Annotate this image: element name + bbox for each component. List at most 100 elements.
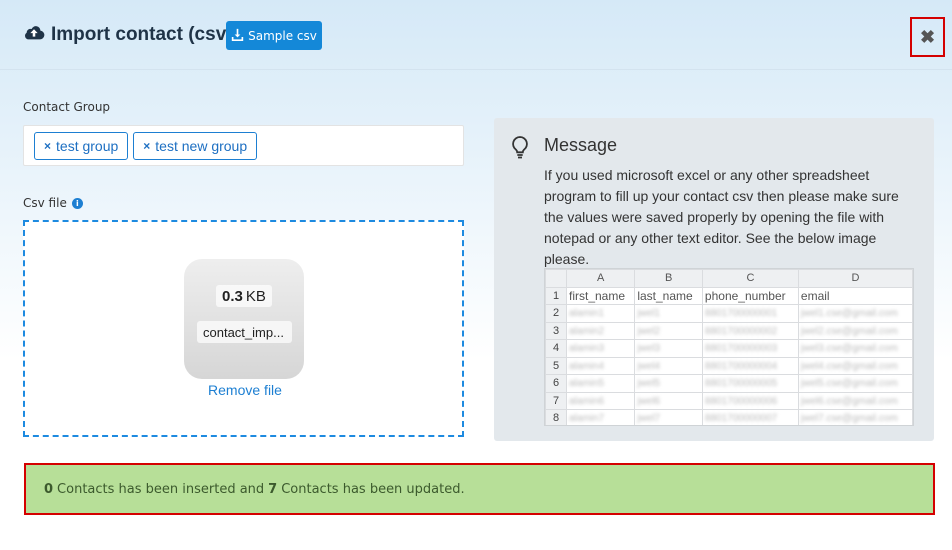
blurred-cell-text: jwel1.cse@gmail.com bbox=[800, 308, 898, 320]
updated-count: 7 bbox=[268, 481, 278, 497]
sheet-cell: jwel5.cse@gmail.com bbox=[797, 374, 913, 393]
sheet-row: 2 alamin1 jwel1 8801700000001 jwel1.cse@gmai… bbox=[545, 304, 913, 323]
blurred-cell-text: alamin2 bbox=[569, 325, 605, 337]
blurred-cell-text: 8801700000003 bbox=[704, 343, 778, 355]
message-title: Message bbox=[544, 135, 618, 155]
sheet-cell: last_name bbox=[634, 286, 703, 305]
blurred-cell-text: jwel1 bbox=[637, 308, 661, 320]
blurred-cell-text: jwel4.cse@gmail.com bbox=[800, 360, 898, 372]
sheet-cell: email bbox=[797, 286, 913, 305]
blurred-cell-text: jwel7.cse@gmail.com bbox=[800, 413, 898, 425]
sheet-cell: first_name bbox=[565, 286, 636, 305]
sheet-cell: 8801700000001 bbox=[701, 304, 799, 323]
inserted-text: Contacts has been inserted and bbox=[57, 481, 265, 497]
sheet-row: 3 alamin2 jwel2 8801700000002 jwel2.cse@gmai… bbox=[545, 321, 913, 340]
tag-label: test group bbox=[56, 137, 119, 154]
blurred-cell-text: jwel7 bbox=[637, 413, 661, 425]
sheet-cell: alamin5 bbox=[565, 374, 636, 393]
sheet-cell: jwel3.cse@gmail.com bbox=[797, 339, 913, 358]
sheet-cell: jwel1 bbox=[634, 304, 703, 323]
sheet-cell: phone_number bbox=[701, 286, 799, 305]
csv-file-label: Csv file i bbox=[23, 196, 83, 210]
sheet-cell: jwel7 bbox=[634, 409, 703, 425]
blurred-cell-text: jwel2 bbox=[637, 325, 661, 337]
row-number: 8 bbox=[545, 409, 567, 425]
close-button[interactable]: ✖ bbox=[910, 17, 945, 57]
blurred-cell-text: jwel6 bbox=[637, 395, 661, 407]
sheet-cell: jwel6.cse@gmail.com bbox=[797, 391, 913, 410]
blurred-cell-text: alamin5 bbox=[569, 378, 605, 390]
blurred-cell-text: jwel6.cse@gmail.com bbox=[800, 395, 898, 407]
blurred-cell-text: 8801700000001 bbox=[704, 308, 778, 320]
sheet-cell: jwel7.cse@gmail.com bbox=[797, 409, 913, 425]
sample-csv-button[interactable]: Sample csv bbox=[226, 21, 322, 50]
group-tag-test-new-group[interactable]: × test new group bbox=[133, 131, 258, 160]
file-size-value: 0.3 bbox=[222, 287, 243, 305]
sheet-cell: 8801700000003 bbox=[701, 339, 799, 358]
sheet-cell: alamin6 bbox=[565, 391, 636, 410]
blurred-cell-text: 8801700000002 bbox=[704, 325, 778, 337]
sheet-cell: alamin2 bbox=[565, 321, 636, 340]
cloud-upload-icon bbox=[23, 21, 45, 49]
row-number: 1 bbox=[545, 286, 567, 305]
sheet-cell: alamin4 bbox=[565, 356, 636, 375]
blurred-cell-text: 8801700000007 bbox=[704, 413, 778, 425]
blurred-cell-text: jwel3.cse@gmail.com bbox=[800, 343, 898, 355]
group-tag-test-group[interactable]: × test group bbox=[34, 131, 129, 160]
message-panel: Message If you used microsoft excel or a… bbox=[494, 118, 934, 441]
blurred-cell-text: alamin3 bbox=[569, 343, 605, 355]
row-number: 2 bbox=[545, 304, 567, 323]
sheet-cell: 8801700000007 bbox=[701, 409, 799, 425]
import-result-alert: 0 Contacts has been inserted and 7 Conta… bbox=[24, 463, 935, 515]
tag-remove-icon[interactable]: × bbox=[143, 139, 150, 153]
sheet-cell: jwel4.cse@gmail.com bbox=[797, 356, 913, 375]
modal-title: Import contact (csv) bbox=[23, 22, 233, 48]
remove-file-link[interactable]: Remove file bbox=[185, 382, 305, 398]
sheet-cell: jwel2 bbox=[634, 321, 703, 340]
blurred-cell-text: jwel2.cse@gmail.com bbox=[800, 325, 898, 337]
blurred-cell-text: alamin6 bbox=[569, 395, 605, 407]
modal-title-text: Import contact (csv) bbox=[51, 24, 233, 45]
sheet-cell: alamin3 bbox=[565, 339, 636, 358]
file-name: contact_imp... bbox=[197, 321, 292, 343]
updated-text: Contacts has been updated. bbox=[281, 481, 465, 497]
sheet-cell: jwel6 bbox=[634, 391, 703, 410]
sheet-cell: 8801700000006 bbox=[701, 391, 799, 410]
blurred-cell-text: 8801700000006 bbox=[704, 395, 778, 407]
sheet-cell: jwel5 bbox=[634, 374, 703, 393]
message-text: If you used microsoft excel or any other… bbox=[544, 167, 899, 267]
column-header: B bbox=[634, 269, 703, 288]
column-header: C bbox=[701, 269, 799, 288]
row-number: 4 bbox=[545, 339, 567, 358]
info-icon[interactable]: i bbox=[71, 197, 83, 209]
csv-dropzone[interactable]: 0.3 KB contact_imp... Remove file bbox=[23, 220, 464, 437]
lightbulb-icon bbox=[510, 135, 530, 159]
sheet-cell: 8801700000002 bbox=[701, 321, 799, 340]
sheet-cell: jwel4 bbox=[634, 356, 703, 375]
column-header: D bbox=[797, 269, 913, 288]
close-icon: ✖ bbox=[919, 26, 936, 47]
blurred-cell-text: alamin7 bbox=[569, 413, 605, 425]
sheet-cell: alamin7 bbox=[565, 409, 636, 425]
sample-spreadsheet-image: A B C D 1 first_name last_name phone_num… bbox=[544, 268, 914, 426]
modal-header: Import contact (csv) Sample csv ✖ bbox=[0, 0, 952, 70]
blurred-cell-text: jwel4 bbox=[637, 360, 661, 372]
sheet-row: 4 alamin3 jwel3 8801700000003 jwel3.cse@gmai… bbox=[545, 339, 913, 358]
column-header: A bbox=[565, 269, 636, 288]
file-size: 0.3 KB bbox=[216, 285, 272, 307]
sheet-cell: alamin1 bbox=[565, 304, 636, 323]
sheet-row: 6 alamin5 jwel5 8801700000005 jwel5.cse@gmai… bbox=[545, 374, 913, 393]
sheet-row: 7 alamin6 jwel6 8801700000006 jwel6.cse@gmai… bbox=[545, 391, 913, 410]
sample-csv-label: Sample csv bbox=[248, 28, 317, 43]
row-number: 7 bbox=[545, 391, 567, 410]
file-preview: 0.3 KB contact_imp... bbox=[184, 259, 304, 379]
tag-remove-icon[interactable]: × bbox=[44, 139, 51, 153]
contact-group-label: Contact Group bbox=[23, 100, 111, 114]
sheet-row: 5 alamin4 jwel4 8801700000004 jwel4.cse@gmai… bbox=[545, 356, 913, 375]
contact-group-select[interactable]: × test group × test new group bbox=[23, 125, 464, 166]
row-number: 5 bbox=[545, 356, 567, 375]
csv-file-label-text: Csv file bbox=[23, 196, 67, 210]
sheet-cell: jwel2.cse@gmail.com bbox=[797, 321, 913, 340]
blurred-cell-text: 8801700000005 bbox=[704, 378, 778, 390]
blurred-cell-text: alamin4 bbox=[569, 360, 605, 372]
